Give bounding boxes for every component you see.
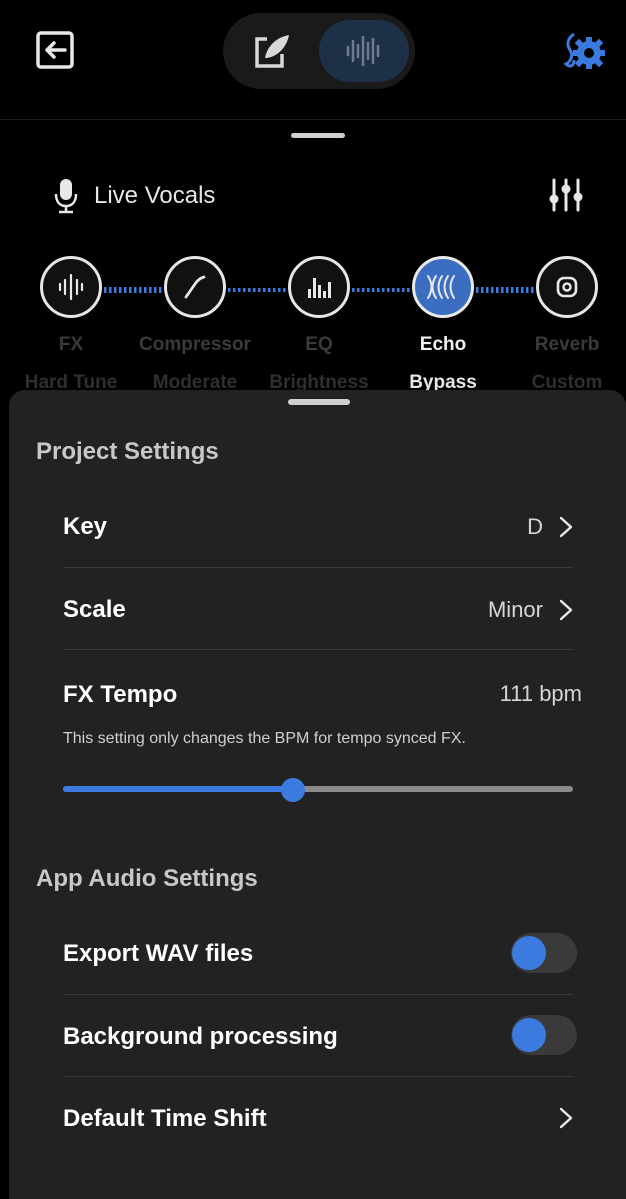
slider-fill bbox=[63, 786, 293, 792]
fx-connector bbox=[228, 288, 286, 292]
background-processing-row: Background processing bbox=[63, 995, 577, 1077]
music-settings-icon bbox=[563, 32, 605, 69]
export-wav-label: Export WAV files bbox=[63, 940, 254, 967]
scale-label: Scale bbox=[63, 596, 126, 623]
fx-node-echo[interactable] bbox=[412, 256, 474, 318]
mixer-icon bbox=[549, 178, 583, 212]
settings-button[interactable] bbox=[560, 30, 606, 72]
tempo-slider[interactable] bbox=[63, 778, 573, 802]
tempo-value: 111 bpm bbox=[499, 681, 582, 706]
key-value: D bbox=[527, 514, 543, 539]
fx-label: Echo bbox=[419, 334, 467, 355]
fx-icon bbox=[58, 273, 84, 301]
sheet-handle[interactable] bbox=[288, 399, 350, 405]
exit-icon bbox=[36, 31, 74, 69]
edit-mode-button[interactable] bbox=[243, 27, 301, 75]
settings-sheet: Project Settings Key D Scale Minor FX Te… bbox=[9, 390, 626, 1199]
default-time-shift-label: Default Time Shift bbox=[63, 1105, 267, 1132]
scale-row[interactable]: Scale Minor bbox=[63, 568, 573, 650]
tempo-description: This setting only changes the BPM for te… bbox=[63, 730, 466, 747]
toggle-knob bbox=[512, 936, 546, 970]
key-row[interactable]: Key D bbox=[63, 486, 573, 568]
fx-connector bbox=[104, 287, 162, 293]
top-bar bbox=[0, 0, 626, 120]
tempo-row: FX Tempo 111 bpm bbox=[63, 650, 582, 726]
panel-handle[interactable] bbox=[291, 133, 345, 138]
fx-connector bbox=[476, 287, 534, 293]
reverb-icon bbox=[556, 276, 578, 298]
key-label: Key bbox=[63, 513, 108, 540]
fx-label: Reverb bbox=[534, 334, 600, 355]
fx-node-eq[interactable] bbox=[288, 256, 350, 318]
toggle-knob bbox=[512, 1018, 546, 1052]
fx-label: Compressor bbox=[139, 334, 251, 355]
chevron-right-icon bbox=[559, 1107, 573, 1129]
echo-icon bbox=[427, 275, 455, 299]
fx-node-fx[interactable] bbox=[40, 256, 102, 318]
mode-switch bbox=[223, 13, 415, 89]
app-audio-settings-title: App Audio Settings bbox=[36, 865, 258, 892]
background-processing-toggle[interactable] bbox=[511, 1015, 577, 1055]
tempo-label: FX Tempo bbox=[63, 681, 178, 708]
mixer-button[interactable] bbox=[548, 177, 584, 213]
slider-thumb[interactable] bbox=[281, 778, 305, 802]
export-wav-toggle[interactable] bbox=[511, 933, 577, 973]
eq-icon bbox=[308, 278, 331, 298]
chevron-right-icon bbox=[559, 516, 573, 538]
fx-connector bbox=[352, 288, 410, 292]
fx-label: FX bbox=[58, 334, 84, 355]
waveform-icon bbox=[346, 35, 380, 67]
export-wav-row: Export WAV files bbox=[63, 912, 577, 994]
scale-value: Minor bbox=[487, 597, 543, 622]
exit-button[interactable] bbox=[35, 30, 75, 70]
waveform-mode-button[interactable] bbox=[319, 20, 409, 82]
default-time-shift-row[interactable]: Default Time Shift bbox=[63, 1077, 573, 1159]
microphone-icon bbox=[54, 179, 78, 214]
chevron-right-icon bbox=[559, 599, 573, 621]
fx-label: EQ bbox=[305, 334, 333, 355]
fx-node-reverb[interactable] bbox=[536, 256, 598, 318]
compressor-icon bbox=[184, 275, 206, 299]
edit-icon bbox=[255, 35, 289, 68]
fx-node-compressor[interactable] bbox=[164, 256, 226, 318]
track-header: Live Vocals bbox=[54, 176, 215, 216]
project-settings-title: Project Settings bbox=[36, 438, 219, 465]
track-name: Live Vocals bbox=[94, 182, 216, 209]
background-processing-label: Background processing bbox=[63, 1023, 338, 1050]
fx-chain bbox=[0, 254, 626, 324]
